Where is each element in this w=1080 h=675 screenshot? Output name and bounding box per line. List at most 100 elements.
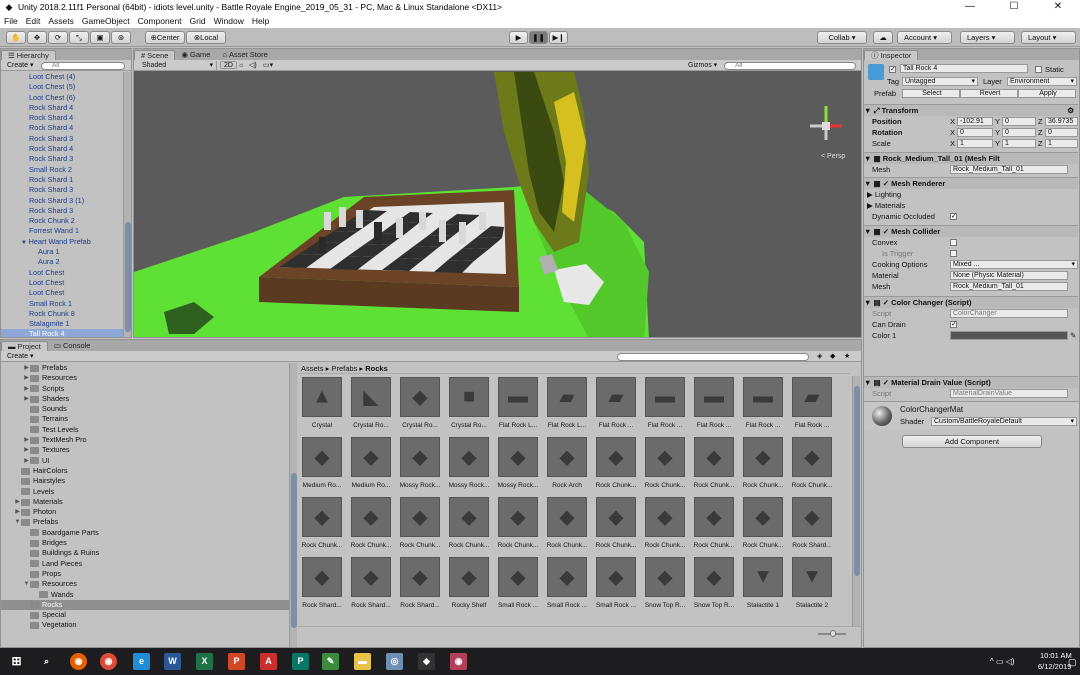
- project-folder-item[interactable]: Levels: [1, 487, 289, 497]
- asset-tile[interactable]: ◆ Rock Chunk...: [445, 497, 493, 557]
- asset-tile[interactable]: ◆ Small Rock ...: [494, 557, 542, 617]
- asset-tile[interactable]: ▬ Flat Rock L...: [494, 377, 542, 437]
- hierarchy-scroll-thumb[interactable]: [125, 222, 131, 332]
- menu-edit[interactable]: Edit: [26, 16, 41, 26]
- audio-icon[interactable]: ◁): [246, 61, 260, 70]
- pivot-local-toggle[interactable]: ⊗Local: [186, 31, 226, 44]
- position-x[interactable]: -102.91: [957, 117, 993, 126]
- layout-dropdown[interactable]: Layout ▾: [1021, 31, 1076, 44]
- physic-material-field[interactable]: None (Physic Material): [950, 271, 1068, 280]
- hierarchy-item[interactable]: Small Rock 1: [1, 299, 123, 309]
- cooking-dropdown[interactable]: Mixed ... ▾: [950, 260, 1078, 269]
- folder-arrow-icon[interactable]: ▼: [14, 517, 21, 527]
- account-dropdown[interactable]: Account ▾: [897, 31, 952, 44]
- scale-tool-icon[interactable]: ⤡: [69, 31, 89, 44]
- asset-tile[interactable]: ◆ Rock Chunk...: [690, 437, 738, 497]
- rect-tool-icon[interactable]: ▣: [90, 31, 110, 44]
- project-folder-item[interactable]: ▶ Photon: [1, 507, 289, 517]
- menu-file[interactable]: File: [4, 16, 18, 26]
- asset-tile[interactable]: ◣ Crystal Ro...: [347, 377, 395, 437]
- hierarchy-item[interactable]: Rock Shard 3: [1, 154, 123, 164]
- hierarchy-item[interactable]: Rock Shard 3: [1, 206, 123, 216]
- asset-tile[interactable]: ◆ Rock Chunk...: [347, 497, 395, 557]
- tray-icons[interactable]: ^ ▭ ◁): [990, 657, 1015, 666]
- folder-arrow-icon[interactable]: ▶: [14, 507, 21, 517]
- hierarchy-scrollbar[interactable]: [123, 72, 131, 337]
- notepad-icon[interactable]: ✎: [322, 653, 339, 670]
- effects-icon[interactable]: ▭▾: [260, 61, 276, 70]
- hierarchy-item[interactable]: Rock Chunk 2: [1, 216, 123, 226]
- asset-tile[interactable]: ◆ Rock Shard...: [396, 557, 444, 617]
- material-drain-header[interactable]: ▼ ▤ ✓ Material Drain Value (Script): [864, 376, 1078, 388]
- project-folder-item[interactable]: ▶ Textures: [1, 445, 289, 455]
- prefab-apply-button[interactable]: Apply: [1018, 89, 1076, 98]
- publisher-icon[interactable]: P: [292, 653, 309, 670]
- asset-tile[interactable]: ◆ Rock Shard...: [347, 557, 395, 617]
- project-folder-item[interactable]: ▶ TextMesh Pro: [1, 435, 289, 445]
- tab-hierarchy[interactable]: ☰ Hierarchy: [1, 50, 56, 60]
- asset-tile[interactable]: ▲ Crystal: [298, 377, 346, 437]
- project-folder-item[interactable]: ▶ Shaders: [1, 394, 289, 404]
- menu-assets[interactable]: Assets: [48, 16, 74, 26]
- color1-swatch[interactable]: [950, 331, 1068, 340]
- project-folder-item[interactable]: Props: [1, 569, 289, 579]
- tab-scene[interactable]: # Scene: [134, 50, 176, 60]
- expand-arrow-icon[interactable]: ▼: [21, 240, 29, 246]
- is-trigger-checkbox[interactable]: [950, 250, 957, 257]
- breadcrumb-rocks[interactable]: Rocks: [365, 364, 388, 373]
- layers-dropdown[interactable]: Layers ▾: [960, 31, 1015, 44]
- file-explorer-icon[interactable]: ▬: [354, 653, 371, 670]
- asset-tile[interactable]: ◆ Rock Chunk...: [543, 497, 591, 557]
- folder-arrow-icon[interactable]: ▼: [23, 579, 30, 589]
- folder-arrow-icon[interactable]: ▶: [23, 373, 30, 383]
- mesh-filter-header[interactable]: ▼ ▦ Rock_Medium_Tall_01 (Mesh Filt: [864, 152, 1078, 164]
- unity-taskbar-icon[interactable]: ◆: [418, 653, 435, 670]
- folder-arrow-icon[interactable]: ▶: [23, 394, 30, 404]
- tab-asset-store[interactable]: ⌂ Asset Store: [216, 50, 273, 60]
- scale-y[interactable]: 1: [1002, 139, 1036, 148]
- asset-tile[interactable]: ▰ Flat Rock ...: [788, 377, 836, 437]
- hierarchy-item[interactable]: Loot Chest (4): [1, 72, 123, 82]
- asset-tile[interactable]: ◆ Rock Chunk...: [641, 497, 689, 557]
- icon-size-slider-thumb[interactable]: [830, 630, 836, 637]
- menu-help[interactable]: Help: [252, 16, 269, 26]
- project-folder-item[interactable]: ▼ Prefabs: [1, 517, 289, 527]
- asset-tile[interactable]: ◆ Medium Ro...: [298, 437, 346, 497]
- project-folder-item[interactable]: ▶ Scripts: [1, 384, 289, 394]
- asset-tile[interactable]: ▬ Flat Rock ...: [690, 377, 738, 437]
- hierarchy-item[interactable]: Rock Shard 3: [1, 185, 123, 195]
- collider-mesh-field[interactable]: Rock_Medium_Tall_01: [950, 282, 1068, 291]
- pivot-center-toggle[interactable]: ⊕Center: [145, 31, 185, 44]
- mesh-filter-mesh-field[interactable]: Rock_Medium_Tall_01: [950, 165, 1068, 174]
- asset-tile[interactable]: ◆ Rocky Shelf: [445, 557, 493, 617]
- folder-arrow-icon[interactable]: ▶: [14, 497, 21, 507]
- chrome-icon[interactable]: ◉: [100, 653, 117, 670]
- project-folder-item[interactable]: Rocks: [1, 599, 289, 611]
- asset-tile[interactable]: ◆ Medium Ro...: [347, 437, 395, 497]
- position-z[interactable]: 36.9735: [1045, 117, 1078, 126]
- folder-arrow-icon[interactable]: ▶: [23, 384, 30, 394]
- project-folder-item[interactable]: ▶ Resources: [1, 373, 289, 383]
- asset-tile[interactable]: ◆ Crystal Ro...: [396, 377, 444, 437]
- asset-tile[interactable]: ◆ Small Rock ...: [543, 557, 591, 617]
- project-folder-item[interactable]: Bridges: [1, 538, 289, 548]
- firefox-icon[interactable]: ◉: [70, 653, 87, 670]
- mesh-renderer-header[interactable]: ▼ ▦ ✓ Mesh Renderer: [864, 177, 1078, 189]
- dynamic-occluded-checkbox[interactable]: ✓: [950, 213, 957, 220]
- asset-grid-scrollbar[interactable]: [852, 376, 860, 626]
- acrobat-icon[interactable]: A: [260, 653, 277, 670]
- eyedropper-icon[interactable]: ✎: [1070, 330, 1076, 341]
- app-icon[interactable]: ◎: [386, 653, 403, 670]
- hierarchy-create-dropdown[interactable]: Create ▾: [4, 61, 36, 70]
- rotation-y[interactable]: 0: [1002, 128, 1036, 137]
- project-folder-item[interactable]: Hairstyles: [1, 476, 289, 486]
- favorite-icon[interactable]: ★: [841, 352, 853, 361]
- prefab-select-button[interactable]: Select: [902, 89, 960, 98]
- project-folder-item[interactable]: ▼ Resources: [1, 579, 289, 589]
- hierarchy-item[interactable]: Rock Shard 3: [1, 134, 123, 144]
- asset-tile[interactable]: ◆ Rock Chunk...: [788, 437, 836, 497]
- asset-tile[interactable]: ▰ Flat Rock L...: [543, 377, 591, 437]
- project-folder-item[interactable]: ▶ Materials: [1, 497, 289, 507]
- asset-tile[interactable]: ◆ Snow Top R...: [641, 557, 689, 617]
- asset-tile[interactable]: ◆ Rock Chunk...: [739, 437, 787, 497]
